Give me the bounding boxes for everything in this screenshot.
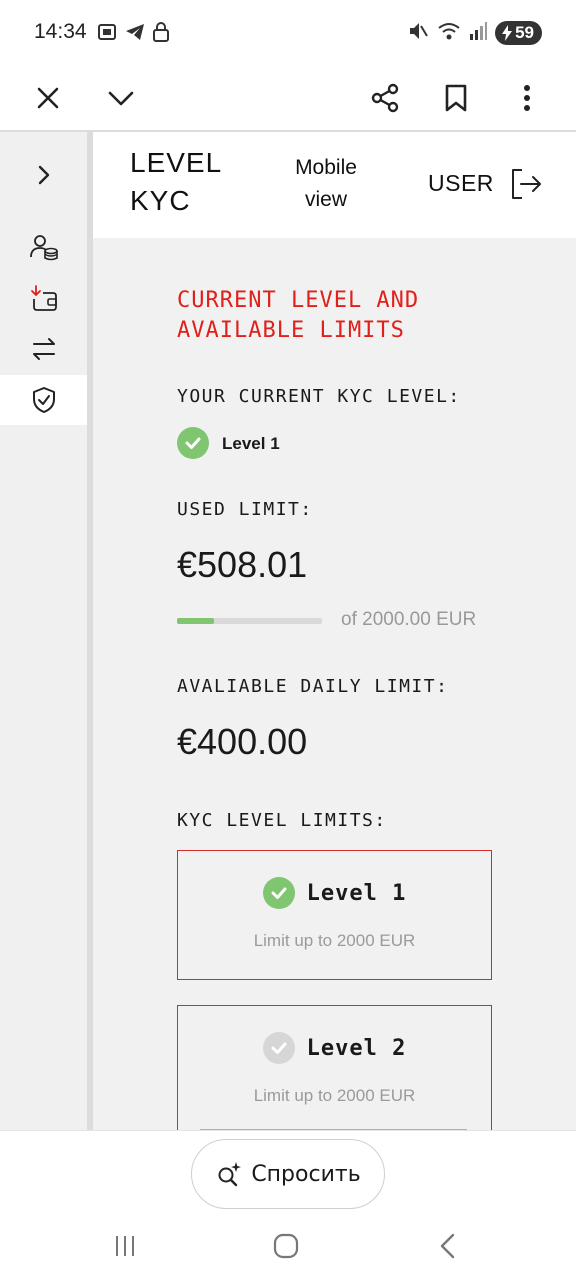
swap-arrows-icon [32,338,55,360]
status-bar: 14:34 59 [0,0,576,64]
page-title: LEVEL KYC [130,147,223,216]
recent-apps-icon [116,1236,134,1256]
charging-icon [502,25,513,41]
back-button[interactable] [424,1226,472,1266]
user-menu[interactable]: USER [428,170,494,197]
wifi-icon [437,20,461,46]
level-card[interactable]: Level 2 Limit up to 2000 EUR [177,1005,492,1130]
screenshot-icon [96,21,118,47]
sidebar-item-kyc[interactable] [0,375,87,425]
level-card-limit: Limit up to 2000 EUR [253,931,416,950]
more-vertical-icon [524,85,530,111]
page-header: LEVEL KYC Mobile view USER [93,132,576,238]
mute-icon [407,20,429,46]
chevron-down-icon [108,91,134,106]
current-level-value: Level 1 [222,434,280,453]
telegram-icon [124,21,146,47]
recent-apps-button[interactable] [101,1226,149,1266]
browser-toolbar [0,64,576,132]
battery-indicator: 59 [495,21,542,45]
sidebar-item-deposit[interactable] [0,273,87,323]
mobile-view-toggle[interactable]: Mobile view [283,152,369,216]
used-limit-progress-fill [177,618,214,624]
assistant-bar: Спросить [0,1130,576,1216]
home-icon [273,1233,299,1259]
level-card-limit: Limit up to 2000 EUR [253,1086,416,1105]
lock-icon [152,21,170,47]
share-button[interactable] [361,74,409,122]
battery-level: 59 [515,23,534,42]
used-limit-value: €508.01 [177,544,308,585]
level-card[interactable]: Level 1 Limit up to 2000 EUR [177,850,492,980]
sidebar [0,132,87,1130]
level-card-name: Level 2 [306,1035,407,1061]
daily-limit-value: €400.00 [177,721,308,762]
current-level-label: YOUR CURRENT KYC LEVEL: [177,386,461,407]
kyc-level-limits-label: KYC LEVEL LIMITS: [177,810,387,831]
home-button[interactable] [262,1226,310,1266]
more-options-button[interactable] [503,74,551,122]
section-title: CURRENT LEVEL AND AVAILABLE LIMITS [177,288,420,343]
sparkle-search-icon [218,1162,242,1187]
system-nav-bar [0,1216,576,1280]
logout-button[interactable] [508,166,544,202]
ask-button[interactable]: Спросить [191,1139,385,1209]
check-circle-icon [177,427,209,459]
kyc-content: CURRENT LEVEL AND AVAILABLE LIMITS YOUR … [93,238,576,1130]
daily-limit-label: AVALIABLE DAILY LIMIT: [177,676,449,697]
shield-check-icon [32,387,55,413]
check-circle-icon [262,1032,295,1064]
back-icon [440,1233,455,1259]
used-limit-progress [177,618,322,624]
sidebar-item-account[interactable] [0,222,87,272]
user-coins-icon [29,235,58,261]
ask-label: Спросить [251,1161,361,1187]
used-limit-label: USED LIMIT: [177,499,313,520]
chevron-right-icon [38,165,49,185]
used-limit-total: of 2000.00 EUR [341,609,477,630]
logout-icon [512,169,541,199]
wallet-download-icon [30,285,57,311]
share-icon [371,83,399,113]
level-card-name: Level 1 [306,880,407,906]
check-circle-icon [262,877,295,909]
bookmark-button[interactable] [432,74,480,122]
collapse-button[interactable] [97,74,145,122]
sidebar-expand-button[interactable] [0,150,87,200]
bookmark-icon [445,84,467,112]
sidebar-item-exchange[interactable] [0,324,87,374]
close-button[interactable] [24,74,72,122]
close-icon [37,87,59,109]
signal-icon [469,20,488,46]
status-time: 14:34 [34,20,87,43]
